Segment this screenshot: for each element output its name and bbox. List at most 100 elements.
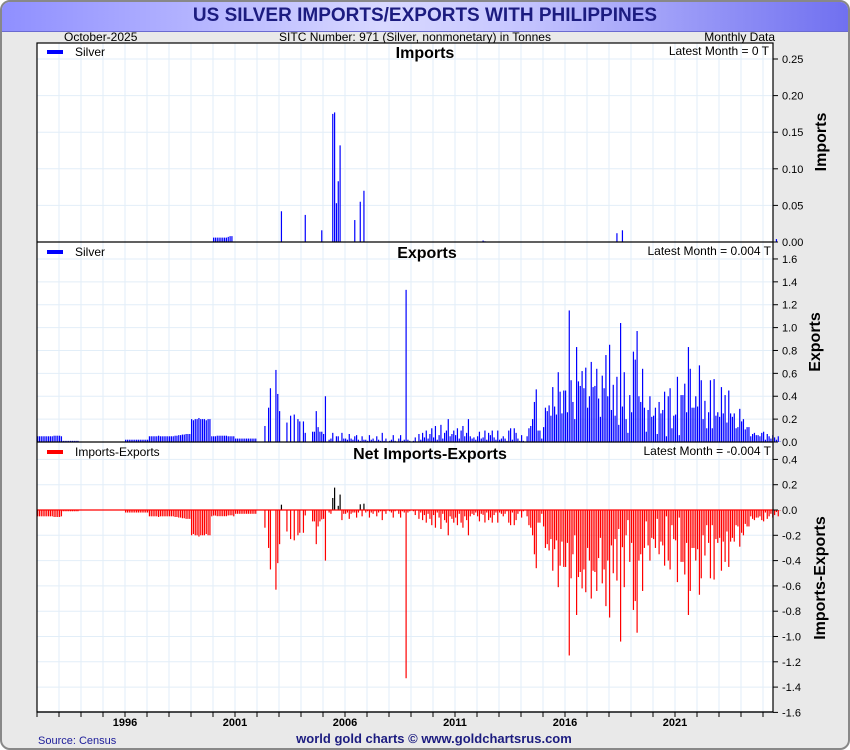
export-bar	[638, 396, 640, 442]
net-bar	[601, 510, 603, 584]
export-bar	[44, 436, 46, 442]
net-bar	[42, 510, 44, 517]
export-bar	[777, 436, 779, 442]
export-bar	[176, 435, 178, 442]
net-bar	[605, 510, 607, 607]
net-bar	[218, 510, 220, 517]
net-bar	[686, 510, 688, 543]
net-bar	[313, 510, 316, 522]
net-bar	[533, 510, 536, 555]
export-bar	[755, 435, 757, 442]
export-bar	[158, 435, 160, 442]
export-bar	[640, 401, 642, 442]
net-bar	[599, 510, 602, 538]
export-bar	[530, 425, 532, 442]
export-bar	[590, 361, 592, 442]
export-bar	[172, 436, 174, 442]
export-bar	[392, 435, 394, 442]
net-bar	[422, 510, 424, 521]
net-bar	[680, 510, 682, 562]
net-bar	[598, 510, 600, 559]
net-bar	[640, 510, 642, 555]
import-bar	[321, 230, 323, 242]
net-bar	[317, 510, 319, 527]
net-bar	[231, 510, 233, 516]
y-tick-label: -0.8	[782, 606, 801, 618]
export-bar	[181, 434, 184, 442]
net-bar	[180, 510, 182, 518]
net-bar	[161, 510, 163, 517]
export-bar	[405, 289, 407, 442]
net-bar	[643, 510, 646, 548]
net-bar	[451, 510, 453, 519]
legend-net: Imports-Exports	[75, 445, 160, 459]
y-tick-label: 1.6	[782, 254, 797, 266]
export-bar	[763, 431, 765, 442]
export-bar	[400, 435, 402, 442]
export-bar	[515, 432, 517, 442]
net-bar	[181, 510, 184, 519]
net-bar	[203, 510, 206, 536]
export-bar	[207, 419, 209, 442]
export-bar	[766, 433, 768, 442]
net-bar	[689, 510, 691, 591]
net-bar	[664, 510, 666, 566]
import-bar	[224, 237, 226, 242]
export-bar	[682, 395, 684, 442]
export-bar	[489, 435, 492, 442]
import-bar	[229, 236, 231, 242]
export-bar	[337, 436, 339, 442]
export-bar	[198, 417, 200, 442]
export-bar	[418, 433, 420, 442]
import-bar	[339, 145, 341, 242]
export-bar	[741, 421, 743, 442]
net-bar	[198, 510, 200, 537]
net-bar	[684, 510, 686, 575]
export-bar	[715, 415, 717, 442]
y-tick-label: 0.8	[782, 345, 797, 357]
export-bar	[451, 433, 453, 442]
net-bar	[513, 510, 515, 526]
net-bar	[636, 510, 638, 633]
export-bar	[559, 391, 561, 442]
export-bar	[695, 396, 697, 442]
net-bar	[588, 510, 591, 561]
export-bar	[205, 420, 207, 442]
y-tick-label: 1.2	[782, 300, 797, 312]
credit-link[interactable]: world gold charts © www.goldchartsrus.co…	[295, 731, 572, 746]
panel-title-imports: Imports	[396, 45, 455, 62]
export-bar	[59, 435, 61, 442]
export-bar	[579, 385, 581, 442]
export-bar	[467, 419, 470, 442]
export-bar	[587, 407, 589, 442]
legend-imports: Silver	[75, 45, 105, 59]
export-bar	[455, 435, 457, 442]
net-bar	[194, 510, 196, 536]
export-bar	[211, 436, 213, 442]
net-bar	[220, 510, 222, 517]
net-bar	[299, 510, 301, 533]
net-bar	[185, 510, 187, 519]
export-bar	[57, 435, 59, 442]
export-bar	[381, 432, 383, 442]
export-bar	[165, 436, 167, 442]
export-bar	[713, 379, 715, 442]
net-bar	[594, 510, 596, 572]
export-bar	[612, 384, 614, 442]
export-bar	[49, 436, 52, 442]
net-bar	[554, 510, 556, 550]
export-bar	[687, 347, 690, 442]
import-bar	[359, 201, 361, 242]
export-bar	[647, 409, 649, 442]
export-bar	[594, 385, 596, 442]
net-bar	[172, 510, 174, 517]
export-bar	[693, 407, 695, 442]
export-bar	[570, 380, 572, 442]
net-bar	[275, 510, 277, 590]
net-bar	[544, 510, 547, 548]
y-tick-label: 0.6	[782, 368, 797, 380]
export-bar	[656, 433, 658, 442]
net-bar	[695, 510, 697, 561]
export-bar	[731, 416, 734, 442]
net-bar	[48, 510, 50, 517]
